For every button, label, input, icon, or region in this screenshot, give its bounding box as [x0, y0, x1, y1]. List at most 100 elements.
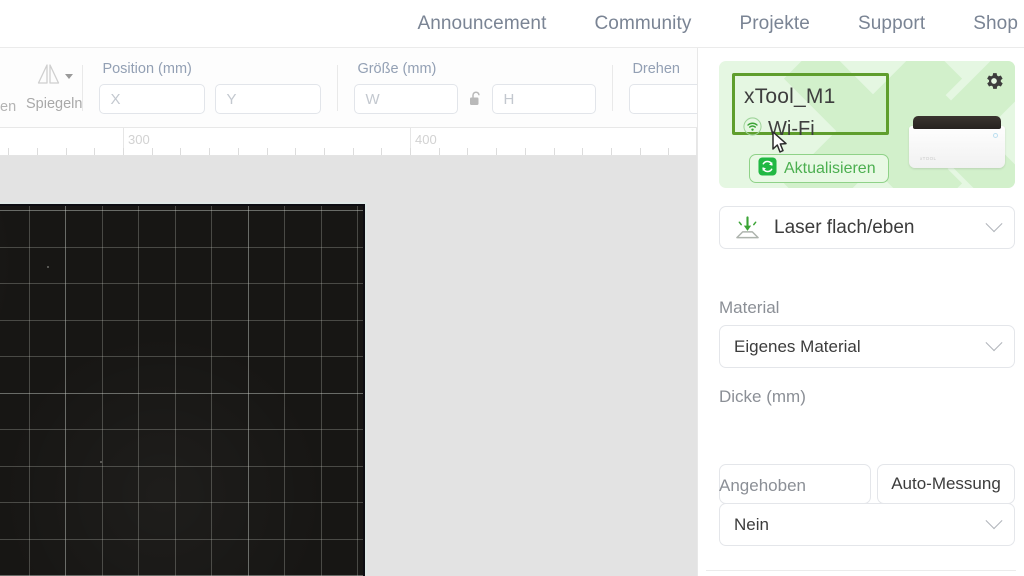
chevron-down-icon[interactable] — [985, 214, 1003, 232]
mat-grid-line — [0, 283, 363, 284]
mat-grid-line — [29, 206, 30, 576]
design-canvas[interactable] — [0, 156, 697, 576]
ruler-label-300: 300 — [128, 132, 150, 147]
laser-mode-value: Laser flach/eben — [774, 216, 915, 238]
ruler-minor-tick — [8, 148, 9, 155]
app-window: Announcement Community Projekte Support … — [0, 0, 1024, 576]
ruler-minor-tick — [467, 148, 468, 155]
ruler-minor-tick — [410, 148, 411, 155]
ruler-minor-tick — [525, 148, 526, 155]
wifi-icon — [743, 117, 762, 141]
ruler-minor-tick — [180, 148, 181, 155]
mat-grid-line — [102, 206, 103, 576]
nav-announcement[interactable]: Announcement — [417, 13, 546, 35]
position-x-placeholder: X — [110, 90, 121, 108]
mirror-button[interactable]: Spiegeln — [26, 48, 82, 127]
mat-grid-line — [65, 206, 66, 576]
cutting-mat-camera-view[interactable] — [0, 204, 365, 576]
size-w-input[interactable]: W — [354, 84, 459, 114]
mat-grid-line — [321, 206, 322, 576]
position-label: Position (mm) — [102, 61, 192, 77]
chevron-down-icon[interactable] — [985, 333, 1003, 351]
ruler-minor-tick — [353, 148, 354, 155]
ruler-minor-tick — [94, 148, 95, 155]
horizontal-ruler[interactable]: 300 400 — [0, 128, 697, 156]
mirror-label: Spiegeln — [26, 95, 83, 112]
mat-grid-line — [0, 502, 363, 503]
mat-grid-line — [0, 466, 363, 467]
top-navigation-bar: Announcement Community Projekte Support … — [0, 0, 1024, 48]
mat-grid-line — [284, 206, 285, 576]
ruler-minor-tick — [238, 148, 239, 155]
ruler-minor-tick — [611, 148, 612, 155]
size-h-input[interactable]: H — [492, 84, 597, 114]
size-w-placeholder: W — [365, 90, 380, 108]
ruler-minor-tick — [381, 148, 382, 155]
thickness-label: Dicke (mm) — [719, 387, 806, 406]
mat-grid-line — [0, 539, 363, 540]
mat-grid-line — [0, 429, 363, 430]
chevron-down-icon[interactable] — [64, 74, 73, 79]
laser-mode-select[interactable]: Laser flach/eben — [719, 206, 1015, 249]
refresh-button[interactable]: Aktualisieren — [749, 154, 889, 183]
mat-grid-line — [0, 247, 363, 248]
raised-value: Nein — [734, 514, 769, 534]
properties-toolbar: en Spiegeln Position (mm) X Y Größe (mm)… — [0, 48, 726, 128]
mat-grid-line — [357, 206, 358, 576]
mat-speck — [47, 266, 49, 268]
nav-support[interactable]: Support — [858, 13, 925, 35]
size-h-placeholder: H — [503, 90, 515, 108]
ruler-minor-tick — [668, 148, 669, 155]
ruler-minor-tick — [582, 148, 583, 155]
nav-community[interactable]: Community — [594, 13, 691, 35]
position-x-input[interactable]: X — [99, 84, 206, 114]
laser-flat-icon — [734, 215, 761, 241]
device-name: xTool_M1 — [744, 85, 836, 108]
mat-grid-line — [0, 320, 363, 321]
auto-measure-button[interactable]: Auto-Messung — [877, 464, 1015, 504]
size-label: Größe (mm) — [357, 61, 437, 77]
ruler-minor-tick — [640, 148, 641, 155]
ruler-minor-tick — [37, 148, 38, 155]
size-group: Größe (mm) W H — [338, 48, 612, 127]
ruler-minor-tick — [267, 148, 268, 155]
ruler-minor-tick — [66, 148, 67, 155]
mat-grid-line — [175, 206, 176, 576]
ruler-minor-tick — [496, 148, 497, 155]
toolbar-clipped-label: en — [0, 99, 17, 115]
device-card[interactable]: xTool_M1 Wi-Fi Aktualisieren xTOOL — [719, 61, 1015, 188]
position-y-input[interactable]: Y — [215, 84, 322, 114]
ruler-minor-tick — [152, 148, 153, 155]
raised-select[interactable]: Nein — [719, 503, 1015, 546]
refresh-icon — [758, 156, 777, 181]
refresh-label: Aktualisieren — [784, 159, 876, 177]
mirror-icon — [36, 62, 61, 91]
chevron-down-icon[interactable] — [985, 511, 1003, 529]
nav-projekte[interactable]: Projekte — [739, 13, 810, 35]
ruler-label-400: 400 — [415, 132, 437, 147]
unlocked-padlock-icon[interactable] — [468, 91, 482, 107]
auto-measure-label: Auto-Messung — [891, 474, 1001, 493]
mat-grid-line — [248, 206, 249, 576]
mat-grid-line — [0, 356, 363, 357]
gear-icon[interactable] — [983, 70, 1005, 97]
ruler-minor-tick — [209, 148, 210, 155]
mat-grid-line — [138, 206, 139, 576]
material-value: Eigenes Material — [734, 336, 861, 356]
ruler-minor-tick — [295, 148, 296, 155]
sidebar-bottom-divider — [706, 570, 1016, 571]
material-label: Material — [719, 298, 780, 317]
device-illustration: xTOOL — [909, 116, 1005, 168]
mat-grid-line — [0, 210, 363, 211]
mat-grid-line — [211, 206, 212, 576]
ruler-minor-tick — [123, 148, 124, 155]
mat-speck — [100, 461, 102, 463]
position-group: Position (mm) X Y — [83, 48, 337, 127]
ruler-minor-tick — [324, 148, 325, 155]
mouse-pointer — [771, 131, 789, 160]
material-select[interactable]: Eigenes Material — [719, 325, 1015, 368]
position-y-placeholder: Y — [226, 90, 237, 108]
nav-shop[interactable]: Shop — [973, 13, 1018, 35]
ruler-minor-tick — [439, 148, 440, 155]
mat-grid-line — [0, 393, 363, 394]
